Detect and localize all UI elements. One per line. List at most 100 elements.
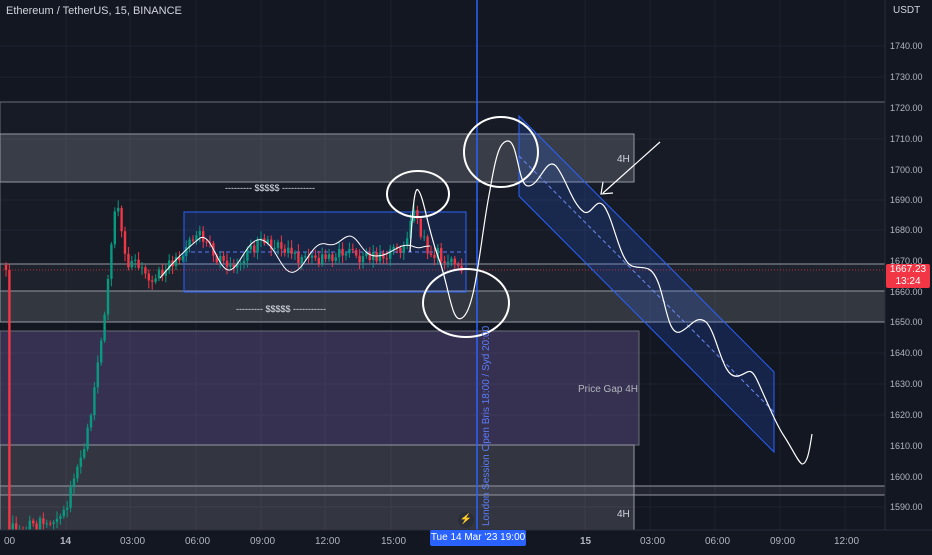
candle[interactable] (389, 249, 392, 259)
candle[interactable] (351, 248, 354, 251)
candle[interactable] (287, 247, 290, 253)
candle[interactable] (283, 248, 286, 253)
candle[interactable] (382, 252, 385, 259)
candle[interactable] (358, 255, 361, 263)
candle[interactable] (28, 520, 31, 531)
candle[interactable] (59, 516, 62, 519)
candle[interactable] (89, 415, 93, 428)
candle[interactable] (130, 260, 133, 268)
candle[interactable] (344, 253, 348, 256)
candle[interactable] (450, 258, 453, 263)
candle[interactable] (375, 252, 378, 262)
chart-canvas[interactable]: 4H Price Gap 4H 4H --------- $$$$$ -----… (0, 0, 932, 550)
candle[interactable] (202, 231, 205, 242)
candle[interactable] (69, 487, 72, 508)
candle[interactable] (151, 280, 154, 282)
candle[interactable] (276, 242, 280, 248)
symbol-title[interactable]: Ethereum / TetherUS, 15, BINANCE (6, 5, 182, 17)
candle[interactable] (317, 257, 320, 264)
candle[interactable] (106, 278, 110, 315)
candle[interactable] (144, 267, 147, 274)
candle[interactable] (338, 248, 341, 258)
candle[interactable] (446, 262, 450, 264)
candle[interactable] (140, 267, 144, 269)
candle[interactable] (256, 239, 259, 253)
candle[interactable] (327, 254, 331, 259)
candle[interactable] (297, 252, 300, 264)
candle[interactable] (120, 207, 123, 232)
candle[interactable] (8, 269, 11, 534)
candle[interactable] (300, 257, 303, 264)
candle[interactable] (426, 236, 429, 254)
candle[interactable] (242, 260, 246, 264)
candle[interactable] (113, 211, 116, 245)
candle[interactable] (321, 254, 324, 264)
candle[interactable] (86, 427, 89, 449)
candle[interactable] (293, 252, 297, 254)
candle[interactable] (42, 518, 45, 524)
candle[interactable] (49, 523, 52, 525)
candle[interactable] (181, 256, 184, 261)
candle[interactable] (239, 263, 242, 265)
candle[interactable] (253, 245, 256, 253)
candle[interactable] (440, 248, 443, 262)
candle[interactable] (137, 259, 140, 268)
candle[interactable] (103, 314, 106, 341)
candle[interactable] (457, 264, 460, 266)
candle[interactable] (324, 254, 327, 259)
candle[interactable] (38, 518, 42, 531)
chart-frame[interactable]: 4H Price Gap 4H 4H --------- $$$$$ -----… (0, 0, 932, 550)
candle[interactable] (443, 261, 446, 263)
candle[interactable] (355, 250, 358, 256)
candle[interactable] (79, 457, 82, 467)
candle[interactable] (423, 236, 426, 238)
candle[interactable] (72, 478, 76, 488)
candle[interactable] (32, 520, 35, 524)
candle[interactable] (341, 248, 344, 256)
candle[interactable] (100, 340, 103, 363)
candle[interactable] (361, 256, 365, 263)
candle[interactable] (123, 231, 127, 254)
candle[interactable] (331, 254, 334, 261)
candle[interactable] (76, 466, 79, 479)
candle[interactable] (348, 248, 351, 254)
candle[interactable] (378, 252, 382, 262)
candle[interactable] (191, 239, 195, 241)
candle[interactable] (222, 255, 225, 261)
candle[interactable] (429, 253, 433, 255)
candle[interactable] (117, 207, 120, 212)
candle[interactable] (83, 448, 86, 458)
candle[interactable] (334, 257, 337, 261)
candle[interactable] (385, 258, 388, 260)
candle[interactable] (310, 255, 314, 258)
candle[interactable] (52, 522, 55, 524)
candle[interactable] (154, 278, 157, 282)
candle[interactable] (314, 255, 317, 258)
candle[interactable] (419, 218, 422, 237)
candle[interactable] (185, 247, 188, 257)
zone-price-gap[interactable] (0, 330, 640, 446)
candle[interactable] (96, 362, 99, 388)
candle[interactable] (198, 231, 201, 236)
candle[interactable] (453, 258, 456, 265)
candle[interactable] (93, 387, 96, 416)
candle[interactable] (134, 259, 137, 261)
candle[interactable] (147, 273, 150, 281)
candle[interactable] (290, 247, 293, 254)
candle[interactable] (229, 264, 232, 267)
candle[interactable] (110, 244, 113, 279)
lightning-icon[interactable]: ⚡ (458, 512, 474, 528)
candle[interactable] (127, 253, 130, 268)
candle[interactable] (66, 507, 69, 510)
candle[interactable] (157, 269, 161, 279)
candle[interactable] (62, 509, 65, 517)
candle[interactable] (246, 249, 249, 261)
candle[interactable] (45, 523, 48, 525)
candle[interactable] (273, 247, 276, 249)
candle[interactable] (55, 518, 59, 523)
candle[interactable] (35, 523, 38, 531)
candle[interactable] (406, 238, 409, 245)
candle[interactable] (304, 256, 307, 258)
candle[interactable] (392, 246, 395, 250)
zone-mid-inner[interactable] (0, 290, 886, 323)
